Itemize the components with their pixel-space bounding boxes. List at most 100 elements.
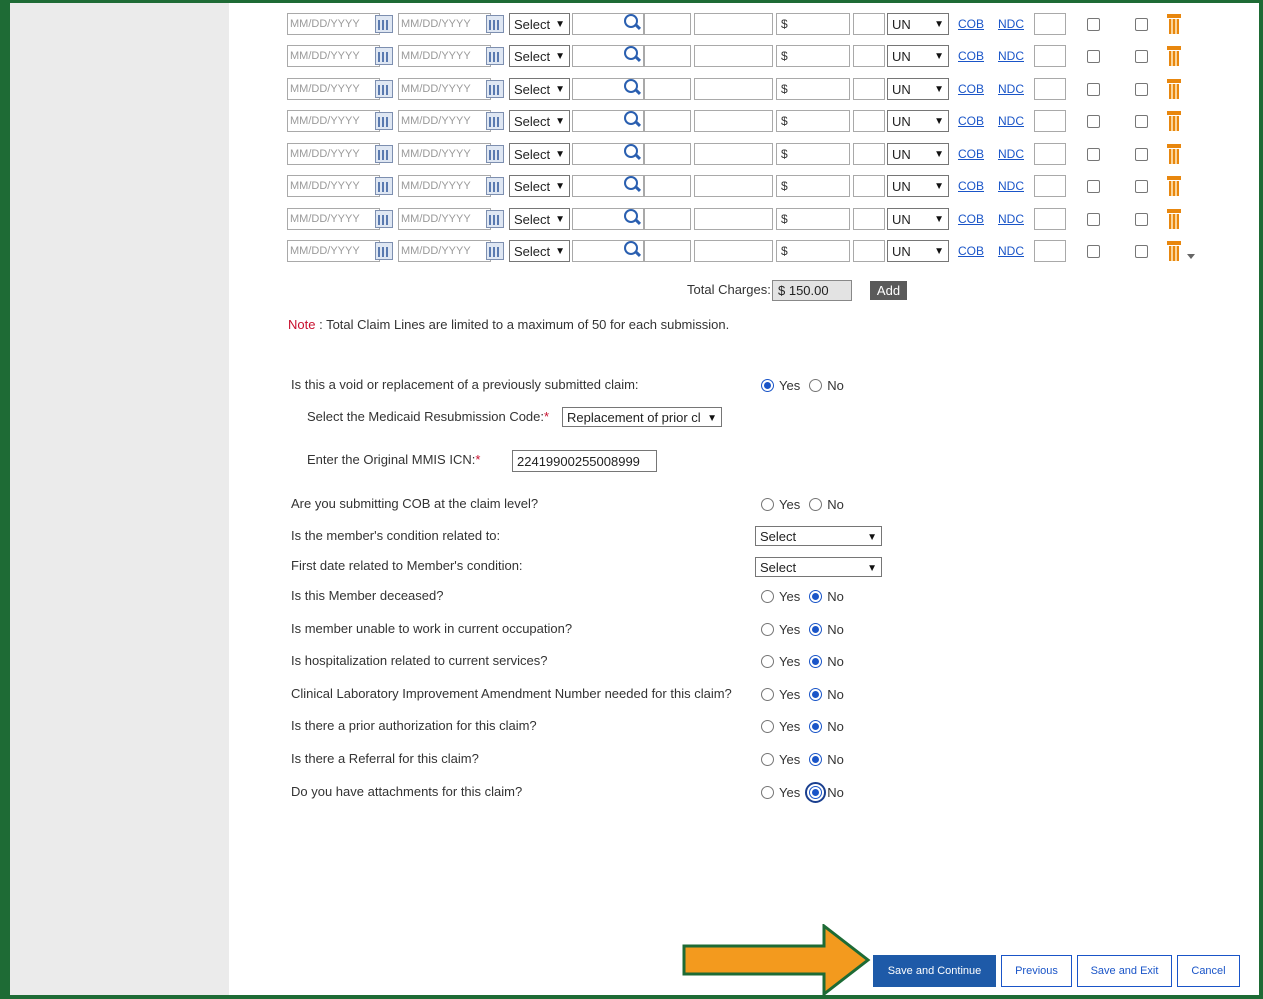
place-of-service-select[interactable]: Select ▼ — [509, 208, 570, 230]
calendar-icon[interactable] — [375, 112, 393, 130]
clia-number-yes-radio[interactable] — [761, 688, 774, 701]
emergency-checkbox[interactable] — [1087, 245, 1100, 258]
to-date-input[interactable]: MM/DD/YYYY — [398, 208, 491, 230]
unit-type-select[interactable]: UN ▼ — [887, 240, 949, 262]
ndc-link[interactable]: NDC — [998, 82, 1024, 96]
ndc-link[interactable]: NDC — [998, 17, 1024, 31]
charges-input[interactable]: $ — [776, 78, 850, 100]
member-deceased-yes-radio[interactable] — [761, 590, 774, 603]
trash-icon[interactable] — [1167, 176, 1181, 196]
unit-type-select[interactable]: UN ▼ — [887, 45, 949, 67]
hospitalization-yes-radio[interactable] — [761, 655, 774, 668]
unit-type-select[interactable]: UN ▼ — [887, 208, 949, 230]
cob-link[interactable]: COB — [958, 114, 984, 128]
emergency-checkbox[interactable] — [1087, 115, 1100, 128]
units-input[interactable] — [853, 240, 885, 262]
unit-type-select[interactable]: UN ▼ — [887, 175, 949, 197]
calendar-icon[interactable] — [486, 210, 504, 228]
calendar-icon[interactable] — [375, 47, 393, 65]
place-of-service-select[interactable]: Select ▼ — [509, 143, 570, 165]
charges-input[interactable]: $ — [776, 240, 850, 262]
unit-type-select[interactable]: UN ▼ — [887, 143, 949, 165]
modifier-input[interactable] — [644, 175, 691, 197]
from-date-input[interactable]: MM/DD/YYYY — [287, 78, 380, 100]
modifier-input[interactable] — [644, 143, 691, 165]
units-input[interactable] — [853, 175, 885, 197]
condition-related-select[interactable]: Select ▼ — [755, 526, 882, 546]
diagnosis-pointer-input[interactable] — [694, 110, 773, 132]
resubmission-code-select[interactable]: Replacement of prior cl ▼ — [562, 407, 722, 427]
ndc-link[interactable]: NDC — [998, 244, 1024, 258]
epsdt-checkbox[interactable] — [1135, 213, 1148, 226]
epsdt-checkbox[interactable] — [1135, 148, 1148, 161]
units-input[interactable] — [853, 143, 885, 165]
charges-input[interactable]: $ — [776, 143, 850, 165]
attachments-yes-radio[interactable] — [761, 786, 774, 799]
calendar-icon[interactable] — [486, 80, 504, 98]
diagnosis-pointer-input[interactable] — [694, 45, 773, 67]
to-date-input[interactable]: MM/DD/YYYY — [398, 143, 491, 165]
place-of-service-select[interactable]: Select ▼ — [509, 240, 570, 262]
from-date-input[interactable]: MM/DD/YYYY — [287, 110, 380, 132]
scroll-down-icon[interactable] — [1187, 254, 1195, 259]
unit-type-select[interactable]: UN ▼ — [887, 78, 949, 100]
to-date-input[interactable]: MM/DD/YYYY — [398, 240, 491, 262]
add-line-button[interactable]: Add — [870, 281, 907, 300]
line-extra-input[interactable] — [1034, 110, 1066, 132]
void-replacement-yes-radio[interactable] — [761, 379, 774, 392]
units-input[interactable] — [853, 45, 885, 67]
from-date-input[interactable]: MM/DD/YYYY — [287, 175, 380, 197]
cob-claim-level-no-radio[interactable] — [809, 498, 823, 511]
cob-claim-level-yes-radio[interactable] — [761, 498, 774, 511]
member-deceased-no-radio[interactable] — [809, 590, 823, 603]
epsdt-checkbox[interactable] — [1135, 180, 1148, 193]
cancel-button[interactable]: Cancel — [1177, 955, 1240, 987]
unit-type-select[interactable]: UN ▼ — [887, 110, 949, 132]
epsdt-checkbox[interactable] — [1135, 18, 1148, 31]
diagnosis-pointer-input[interactable] — [694, 175, 773, 197]
units-input[interactable] — [853, 208, 885, 230]
place-of-service-select[interactable]: Select ▼ — [509, 78, 570, 100]
from-date-input[interactable]: MM/DD/YYYY — [287, 240, 380, 262]
cob-link[interactable]: COB — [958, 82, 984, 96]
prior-authorization-no-radio[interactable] — [809, 720, 823, 733]
modifier-input[interactable] — [644, 208, 691, 230]
save-and-exit-button[interactable]: Save and Exit — [1077, 955, 1172, 987]
epsdt-checkbox[interactable] — [1135, 245, 1148, 258]
calendar-icon[interactable] — [486, 47, 504, 65]
to-date-input[interactable]: MM/DD/YYYY — [398, 45, 491, 67]
previous-button[interactable]: Previous — [1001, 955, 1072, 987]
trash-icon[interactable] — [1167, 111, 1181, 131]
trash-icon[interactable] — [1167, 46, 1181, 66]
calendar-icon[interactable] — [375, 15, 393, 33]
diagnosis-pointer-input[interactable] — [694, 143, 773, 165]
modifier-input[interactable] — [644, 110, 691, 132]
calendar-icon[interactable] — [375, 177, 393, 195]
modifier-input[interactable] — [644, 13, 691, 35]
to-date-input[interactable]: MM/DD/YYYY — [398, 78, 491, 100]
emergency-checkbox[interactable] — [1087, 148, 1100, 161]
search-icon[interactable] — [623, 13, 641, 31]
cob-link[interactable]: COB — [958, 244, 984, 258]
epsdt-checkbox[interactable] — [1135, 83, 1148, 96]
charges-input[interactable]: $ — [776, 208, 850, 230]
emergency-checkbox[interactable] — [1087, 213, 1100, 226]
cob-link[interactable]: COB — [958, 17, 984, 31]
from-date-input[interactable]: MM/DD/YYYY — [287, 208, 380, 230]
from-date-input[interactable]: MM/DD/YYYY — [287, 13, 380, 35]
place-of-service-select[interactable]: Select ▼ — [509, 45, 570, 67]
ndc-link[interactable]: NDC — [998, 114, 1024, 128]
line-extra-input[interactable] — [1034, 45, 1066, 67]
charges-input[interactable]: $ — [776, 13, 850, 35]
emergency-checkbox[interactable] — [1087, 83, 1100, 96]
line-extra-input[interactable] — [1034, 13, 1066, 35]
calendar-icon[interactable] — [486, 177, 504, 195]
search-icon[interactable] — [623, 110, 641, 128]
line-extra-input[interactable] — [1034, 78, 1066, 100]
trash-icon[interactable] — [1167, 79, 1181, 99]
ndc-link[interactable]: NDC — [998, 212, 1024, 226]
calendar-icon[interactable] — [486, 15, 504, 33]
line-extra-input[interactable] — [1034, 208, 1066, 230]
unit-type-select[interactable]: UN ▼ — [887, 13, 949, 35]
unable-to-work-no-radio[interactable] — [809, 623, 823, 636]
